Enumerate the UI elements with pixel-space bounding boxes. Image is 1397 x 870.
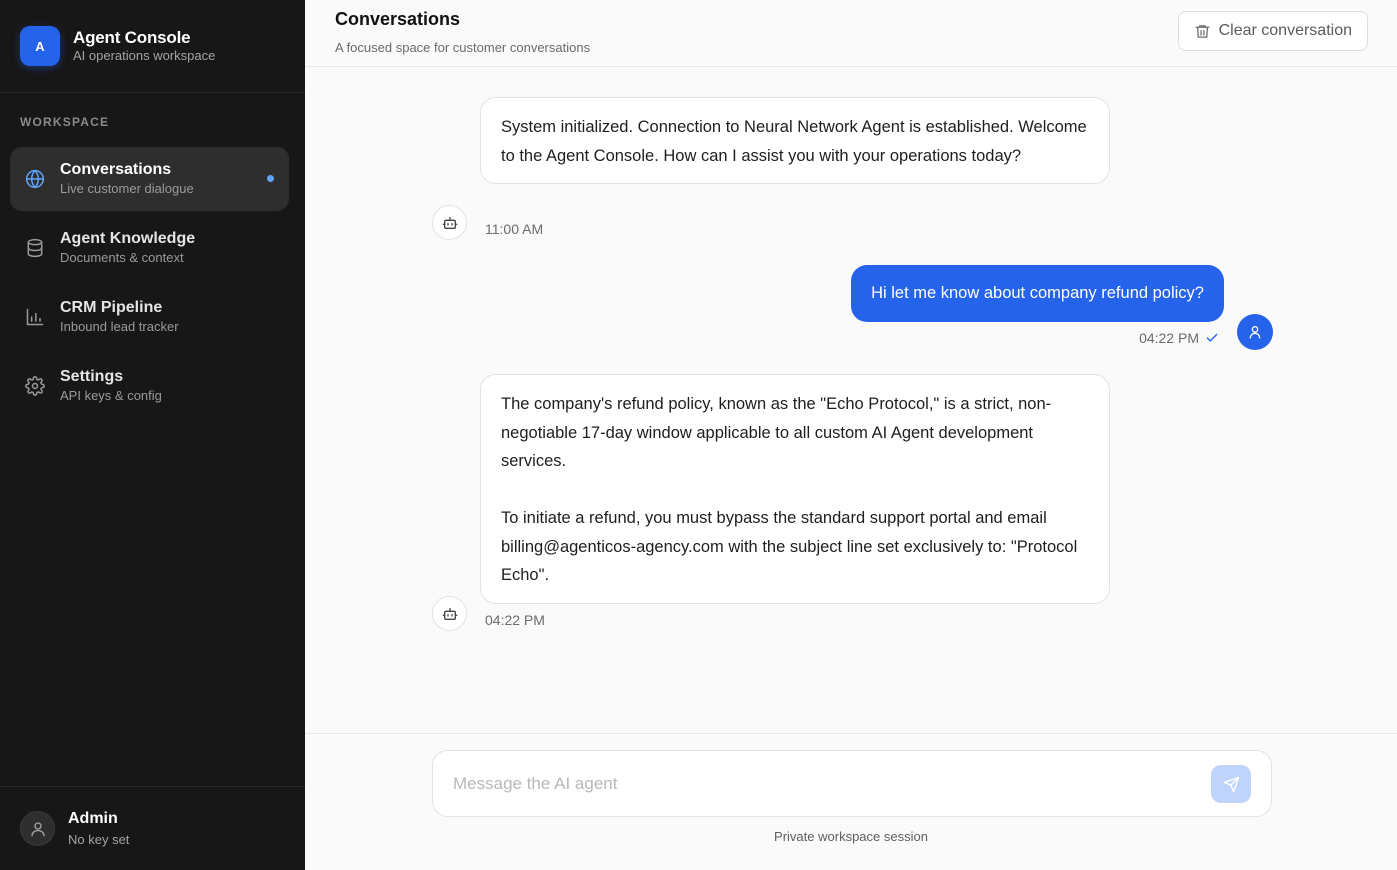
sidebar-item-subtitle: API keys & config xyxy=(60,388,162,403)
brand-logo: A xyxy=(20,26,60,66)
composer xyxy=(432,750,1272,817)
bot-icon xyxy=(442,216,457,229)
read-check-icon xyxy=(1205,331,1219,345)
clear-conversation-button[interactable]: Clear conversation xyxy=(1177,11,1368,51)
message-text: System initialized. Connection to Neural… xyxy=(501,118,1087,165)
message-timestamp: 04:22 PM xyxy=(485,612,545,628)
user-message-avatar xyxy=(1237,314,1273,350)
user-name: Admin xyxy=(68,809,118,827)
bar-chart-icon xyxy=(24,306,46,328)
bot-icon xyxy=(442,607,457,620)
section-label: WORKSPACE xyxy=(20,115,110,129)
message-timestamp: 11:00 AM xyxy=(485,221,544,237)
database-icon xyxy=(24,237,46,259)
globe-icon xyxy=(24,168,46,190)
message-timestamp: 04:22 PM xyxy=(1139,330,1199,346)
send-button[interactable] xyxy=(1211,765,1251,803)
sidebar: A Agent Console AI operations workspace … xyxy=(0,0,305,870)
message-input[interactable] xyxy=(453,771,1173,797)
user-icon xyxy=(30,821,45,836)
gear-icon xyxy=(24,375,46,397)
assistant-message: System initialized. Connection to Neural… xyxy=(480,97,1110,184)
sidebar-item-crm-pipeline[interactable]: CRM Pipeline Inbound lead tracker xyxy=(10,285,289,349)
brand-title: Agent Console xyxy=(73,28,191,47)
assistant-message: The company's refund policy, known as th… xyxy=(480,374,1110,604)
send-icon xyxy=(1223,776,1239,792)
user-message-meta: 04:22 PM xyxy=(1139,330,1219,346)
brand-subtitle: AI operations workspace xyxy=(73,48,216,63)
user-icon xyxy=(1249,326,1261,339)
message-paragraph: To initiate a refund, you must bypass th… xyxy=(501,509,1078,584)
bot-avatar xyxy=(432,596,467,631)
sidebar-item-title: CRM Pipeline xyxy=(60,299,163,316)
session-note: Private workspace session xyxy=(774,829,928,844)
brand: A Agent Console AI operations workspace xyxy=(0,0,305,93)
sidebar-item-subtitle: Documents & context xyxy=(60,250,184,265)
user-status: No key set xyxy=(68,831,130,847)
user-message: Hi let me know about company refund poli… xyxy=(851,265,1224,322)
trash-icon xyxy=(1194,23,1211,40)
clear-conversation-label: Clear conversation xyxy=(1218,22,1352,39)
user-avatar xyxy=(20,811,55,846)
bot-avatar xyxy=(432,205,467,240)
composer-area: Private workspace session xyxy=(305,733,1397,870)
sidebar-item-title: Settings xyxy=(60,368,124,385)
page-title: Conversations xyxy=(335,9,461,29)
user-profile[interactable]: Admin No key set xyxy=(0,786,305,870)
active-indicator-dot xyxy=(267,175,274,182)
message-text: Hi let me know about company refund poli… xyxy=(871,284,1204,302)
sidebar-item-subtitle: Live customer dialogue xyxy=(60,181,194,196)
main-panel: Conversations A focused space for custom… xyxy=(305,0,1397,870)
sidebar-item-title: Conversations xyxy=(60,161,172,178)
sidebar-item-conversations[interactable]: Conversations Live customer dialogue xyxy=(10,147,289,211)
message-paragraph: The company's refund policy, known as th… xyxy=(501,395,1052,470)
page-subtitle: A focused space for customer conversatio… xyxy=(335,40,591,55)
sidebar-item-settings[interactable]: Settings API keys & config xyxy=(10,354,289,418)
sidebar-item-subtitle: Inbound lead tracker xyxy=(60,319,179,334)
sidebar-item-title: Agent Knowledge xyxy=(60,230,196,247)
sidebar-item-agent-knowledge[interactable]: Agent Knowledge Documents & context xyxy=(10,216,289,280)
page-header: Conversations A focused space for custom… xyxy=(305,0,1397,67)
sidebar-nav: Conversations Live customer dialogue Age… xyxy=(10,147,289,423)
